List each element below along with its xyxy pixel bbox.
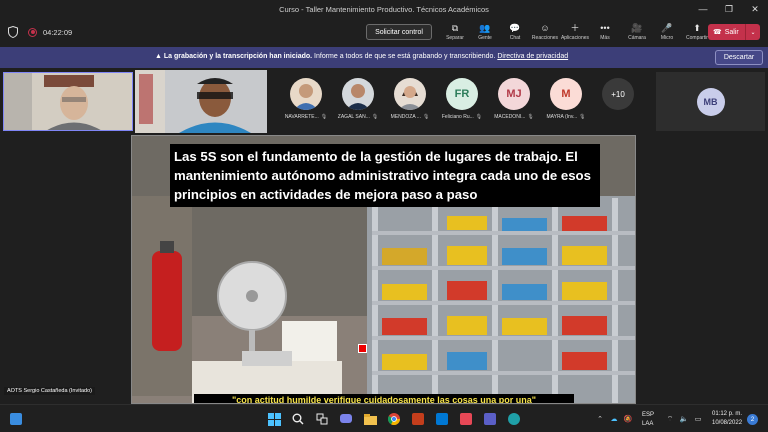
participant-avatar[interactable]: ZAGAL SAN... 🎙 <box>332 78 384 120</box>
popout-icon: ⧉ <box>451 22 459 33</box>
widgets-icon[interactable] <box>8 411 24 427</box>
chevron-down-icon[interactable]: ⌄ <box>746 29 760 36</box>
banner-bold-text: La grabación y la transcripción han inic… <box>163 53 313 60</box>
discard-button[interactable]: Descartar <box>715 50 763 65</box>
video-frame-2 <box>135 70 267 133</box>
teams-meeting-window: Curso - Taller Mantenimiento Productivo.… <box>0 0 768 432</box>
avatar: MJ <box>498 78 530 110</box>
participant-video-1[interactable] <box>3 72 133 131</box>
avatar <box>342 78 374 110</box>
chat-icon: 💬 <box>509 22 521 33</box>
avatar <box>290 78 322 110</box>
close-icon[interactable]: ✕ <box>742 0 768 18</box>
mic-muted-icon: 🎙 <box>475 114 483 120</box>
chrome-icon[interactable] <box>386 411 402 427</box>
share-icon: ⬆ <box>693 22 701 33</box>
video-frame-1 <box>4 73 132 130</box>
more-participants[interactable]: +10 <box>592 78 644 120</box>
shared-screen: Las 5S son el fundamento de la gestión d… <box>131 135 636 404</box>
meeting-toolbar: 04:22:09 Solicitar control ⧉ Separar 👥 G… <box>0 18 768 46</box>
slide-bottom-caption: "con actitud humilde verifique cuidadosa… <box>194 394 574 403</box>
avatar: M <box>550 78 582 110</box>
leave-button[interactable]: ☎ Salir ⌄ <box>708 24 760 40</box>
info-icon: ▲ <box>155 53 164 60</box>
meeting-timer: 04:22:09 <box>43 27 73 37</box>
participant-strip: NAVARRETE... 🎙 ZAGAL SAN... 🎙 MENDOZA ... 🎙… <box>0 68 768 134</box>
shared-content-stage: Las 5S son el fundamento de la gestión d… <box>0 134 768 404</box>
participant-avatar[interactable]: M MAYRA (Inv... 🎙 <box>540 78 592 120</box>
taskbar-clock[interactable]: 01:12 p. m. 10/08/2022 <box>712 410 742 428</box>
language-indicator[interactable]: ESP LAA <box>642 411 654 429</box>
recording-banner: ▲ La grabación y la transcripción han in… <box>0 47 768 68</box>
plus-icon: ＋ <box>570 22 580 33</box>
notification-off-icon[interactable]: 🔕 <box>620 411 636 427</box>
more-icon: ••• <box>600 22 610 33</box>
privacy-policy-link[interactable]: Directiva de privacidad <box>497 53 568 60</box>
shield-icon <box>8 26 18 38</box>
notification-badge[interactable]: 2 <box>747 414 758 425</box>
more-button[interactable]: ••• Más <box>590 20 620 44</box>
avatar <box>394 78 426 110</box>
request-control-button[interactable]: Solicitar control <box>366 24 432 40</box>
avatar: MB <box>696 87 725 116</box>
pointer-marker <box>358 344 367 353</box>
reactions-button[interactable]: ☺ Reacciones <box>530 20 560 44</box>
mic-muted-icon: 🎙 <box>371 114 379 120</box>
phone-icon: ☎ <box>713 29 722 36</box>
mic-button[interactable]: 🎤 Micro <box>652 20 682 44</box>
office-icon[interactable] <box>458 411 474 427</box>
restore-icon[interactable]: ❐ <box>716 0 742 18</box>
participant-avatar[interactable]: FR Feliciano Ru... 🎙 <box>436 78 488 120</box>
title-bar: Curso - Taller Mantenimiento Productivo.… <box>0 0 768 18</box>
mic-muted-icon: 🎙 <box>579 114 586 120</box>
chat-button[interactable]: 💬 Chat <box>500 20 530 44</box>
people-icon: 👥 <box>479 22 491 33</box>
battery-icon[interactable]: ▭ <box>690 411 706 427</box>
powerpoint-icon[interactable] <box>410 411 426 427</box>
edge-icon[interactable] <box>506 411 522 427</box>
apps-button[interactable]: ＋ Aplicaciones <box>560 20 590 44</box>
task-view-icon[interactable] <box>314 411 330 427</box>
slide-caption: Las 5S son el fundamento de la gestión d… <box>170 144 600 207</box>
microphone-icon: 🎤 <box>661 22 673 33</box>
minimize-icon[interactable]: — <box>690 0 716 18</box>
search-icon[interactable] <box>290 411 306 427</box>
file-explorer-icon[interactable] <box>362 411 378 427</box>
avatar: FR <box>446 78 478 110</box>
separate-button[interactable]: ⧉ Separar <box>440 20 470 44</box>
window-title: Curso - Taller Mantenimiento Productivo.… <box>279 4 489 14</box>
people-button[interactable]: 👥 Gente <box>470 20 500 44</box>
participant-avatars: NAVARRETE... 🎙 ZAGAL SAN... 🎙 MENDOZA ... 🎙… <box>280 78 644 120</box>
banner-text: Informe a todos de que se está grabando … <box>314 53 496 60</box>
mic-muted-icon: 🎙 <box>527 114 534 120</box>
participant-avatar[interactable]: MJ MACEDONI... 🎙 <box>488 78 540 120</box>
presenter-name-label: AOTS Sergio Castañeda (Invitado) <box>4 387 95 395</box>
store-icon[interactable] <box>434 411 450 427</box>
window-controls: — ❐ ✕ <box>690 0 768 18</box>
smile-icon: ☺ <box>540 22 550 33</box>
participant-video-2[interactable] <box>135 70 267 133</box>
mic-muted-icon: 🎙 <box>320 114 328 120</box>
participant-tile-mb[interactable]: MB <box>656 72 765 131</box>
mic-muted-icon: 🎙 <box>422 114 430 120</box>
participant-avatar[interactable]: MENDOZA ... 🎙 <box>384 78 436 120</box>
camera-button[interactable]: 🎥 Cámara <box>622 20 652 44</box>
participant-avatar[interactable]: NAVARRETE... 🎙 <box>280 78 332 120</box>
start-icon[interactable] <box>266 411 282 427</box>
more-participants-count: +10 <box>602 78 634 110</box>
camera-icon: 🎥 <box>631 22 643 33</box>
recording-icon <box>28 27 37 37</box>
teams-icon[interactable] <box>482 411 498 427</box>
windows-taskbar: ⌃ ☁ 🔕 ESP LAA ⌔ 🔈 ▭ 01:12 p. m. 10/08/20… <box>0 404 768 432</box>
chat-app-icon[interactable] <box>338 411 354 427</box>
